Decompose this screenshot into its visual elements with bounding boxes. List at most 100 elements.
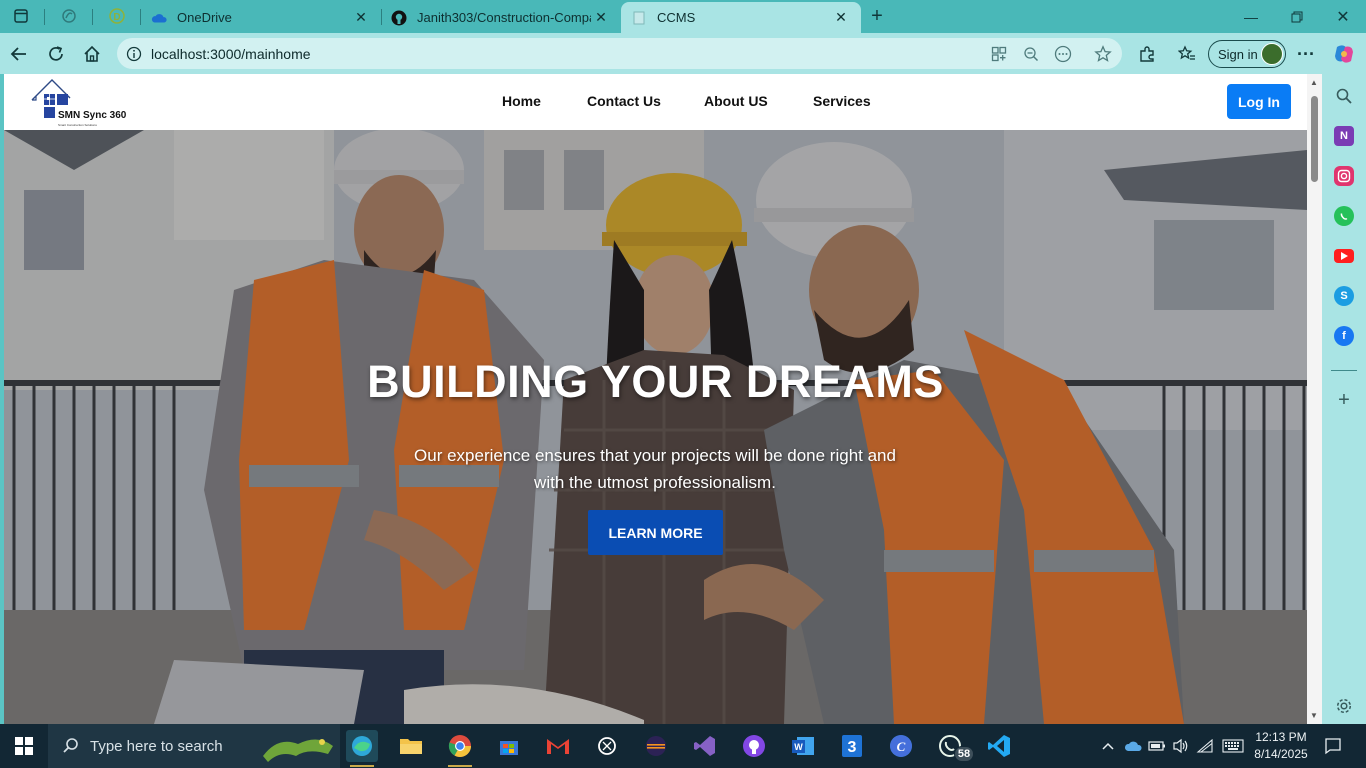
login-button[interactable]: Log In xyxy=(1227,84,1291,119)
tab-onedrive[interactable]: OneDrive ✕ xyxy=(141,2,381,33)
scroll-down-icon[interactable]: ▼ xyxy=(1310,711,1318,720)
browser-toolbar: localhost:3000/mainhome Sign in ··· xyxy=(0,33,1366,74)
github-icon xyxy=(391,10,407,26)
settings-icon[interactable] xyxy=(1334,696,1354,716)
onedrive-icon xyxy=(151,10,167,26)
logo-name: SMN Sync 360 xyxy=(58,110,127,121)
windows-taskbar: Type here to search W 3 C 58 12:13 PM 8/… xyxy=(0,724,1366,768)
nav-home[interactable]: Home xyxy=(502,93,541,109)
tab-actions-icon[interactable] xyxy=(8,5,34,27)
onenote-icon[interactable]: N xyxy=(1334,126,1354,146)
page-scrollbar[interactable]: ▲ ▼ xyxy=(1307,74,1322,724)
info-icon[interactable] xyxy=(126,46,142,62)
volume-icon[interactable] xyxy=(1170,724,1192,768)
back-icon[interactable] xyxy=(6,41,32,67)
scrollbar-thumb[interactable] xyxy=(1311,96,1318,182)
search-highlight-icon xyxy=(263,739,333,762)
favorites-icon[interactable] xyxy=(1174,41,1200,67)
hero-title: BUILDING YOUR DREAMS xyxy=(367,356,944,407)
scroll-up-icon[interactable]: ▲ xyxy=(1310,78,1318,87)
hero-overlay xyxy=(4,130,1307,724)
skype-icon[interactable]: S xyxy=(1334,286,1354,306)
search-placeholder: Type here to search xyxy=(90,737,223,755)
nav-about-us[interactable]: About US xyxy=(704,93,768,109)
restore-icon[interactable] xyxy=(1274,0,1320,33)
taskbar-app-3[interactable]: 3 xyxy=(836,730,868,762)
svg-text:3: 3 xyxy=(848,739,857,756)
site-logo[interactable]: SMN Sync 360 Smart Construction Solution… xyxy=(30,78,140,128)
svg-text:D: D xyxy=(113,12,120,23)
svg-text:W: W xyxy=(794,742,803,752)
clock-time: 12:13 PM xyxy=(1255,730,1307,744)
svg-text:C: C xyxy=(897,739,906,754)
minimize-icon[interactable]: — xyxy=(1228,0,1274,33)
taskbar-chatgpt[interactable] xyxy=(591,730,623,762)
youtube-icon[interactable] xyxy=(1334,249,1354,263)
extensions-icon[interactable] xyxy=(1134,41,1160,67)
onedrive-tray-icon[interactable] xyxy=(1122,724,1144,768)
start-button[interactable] xyxy=(0,724,48,768)
taskbar-eclipse[interactable] xyxy=(640,730,672,762)
show-hidden-icons-icon[interactable] xyxy=(1098,724,1118,768)
notifications-icon[interactable] xyxy=(1318,724,1348,768)
sign-in-button[interactable]: Sign in xyxy=(1208,40,1286,68)
keyboard-icon[interactable] xyxy=(1220,724,1246,768)
taskbar-vscode[interactable] xyxy=(983,730,1015,762)
copilot-icon[interactable] xyxy=(1331,41,1357,67)
pinned-tab-icon[interactable]: D xyxy=(104,5,130,27)
taskbar-visual-studio[interactable] xyxy=(689,730,721,762)
nav-contact-us[interactable]: Contact Us xyxy=(587,93,661,109)
page-viewport: SMN Sync 360 Smart Construction Solution… xyxy=(4,74,1307,724)
taskbar-gmail[interactable] xyxy=(542,730,574,762)
url-text: localhost:3000/mainhome xyxy=(151,45,311,62)
taskbar-word[interactable]: W xyxy=(787,730,819,762)
more-page-actions-icon[interactable] xyxy=(1053,44,1073,64)
address-bar[interactable]: localhost:3000/mainhome xyxy=(117,38,1122,69)
instagram-icon[interactable] xyxy=(1334,166,1354,186)
wifi-icon[interactable] xyxy=(1194,724,1216,768)
clock-date: 8/14/2025 xyxy=(1254,747,1308,761)
close-icon[interactable]: ✕ xyxy=(831,8,851,28)
logo-tagline: Smart Construction Solutions xyxy=(58,123,97,127)
search-icon xyxy=(63,738,78,753)
close-icon[interactable]: ✕ xyxy=(351,8,371,28)
whatsapp-unread-badge: 58 xyxy=(954,746,974,762)
battery-icon[interactable] xyxy=(1146,724,1168,768)
zoom-out-icon[interactable] xyxy=(1021,44,1041,64)
taskbar-search[interactable]: Type here to search xyxy=(48,724,340,768)
home-icon[interactable] xyxy=(79,41,105,67)
favorite-star-icon[interactable] xyxy=(1093,44,1113,64)
taskbar-chrome[interactable] xyxy=(444,730,476,767)
taskbar-github-desktop[interactable] xyxy=(738,730,770,762)
learn-more-button[interactable]: LEARN MORE xyxy=(588,510,723,555)
whatsapp-icon[interactable] xyxy=(1334,206,1354,226)
search-icon[interactable] xyxy=(1334,86,1354,106)
app-available-icon[interactable] xyxy=(989,44,1009,64)
hero-section: BUILDING YOUR DREAMS Our experience ensu… xyxy=(4,130,1307,724)
tab-ccms[interactable]: CCMS ✕ xyxy=(621,2,861,33)
refresh-icon[interactable] xyxy=(43,41,69,67)
tab-strip: D OneDrive ✕ Janith303/Construction-Comp… xyxy=(0,0,1366,33)
add-icon[interactable]: + xyxy=(1334,389,1354,411)
close-window-icon[interactable]: ✕ xyxy=(1320,0,1366,33)
edge-sidebar: N S f + xyxy=(1322,74,1366,724)
close-icon[interactable]: ✕ xyxy=(591,8,611,28)
sign-in-label: Sign in xyxy=(1218,46,1258,62)
workspace-icon[interactable] xyxy=(56,5,82,27)
hero-subtitle: Our experience ensures that your project… xyxy=(414,446,896,492)
taskbar-canva[interactable]: C xyxy=(885,730,917,762)
tab-label: CCMS xyxy=(657,10,696,25)
settings-more-icon[interactable]: ··· xyxy=(1293,41,1319,67)
taskbar-store[interactable] xyxy=(493,730,525,762)
taskbar-clock[interactable]: 12:13 PM 8/14/2025 xyxy=(1248,729,1314,763)
site-navbar: SMN Sync 360 Smart Construction Solution… xyxy=(4,74,1307,130)
taskbar-edge[interactable] xyxy=(346,730,378,767)
facebook-icon[interactable]: f xyxy=(1334,326,1354,346)
taskbar-file-explorer[interactable] xyxy=(395,730,427,762)
tab-github[interactable]: Janith303/Construction-Company ✕ xyxy=(381,2,621,33)
avatar xyxy=(1261,43,1283,65)
nav-services[interactable]: Services xyxy=(813,93,871,109)
tab-label: OneDrive xyxy=(177,10,232,25)
page-icon xyxy=(631,10,647,26)
new-tab-icon[interactable]: + xyxy=(864,5,890,27)
